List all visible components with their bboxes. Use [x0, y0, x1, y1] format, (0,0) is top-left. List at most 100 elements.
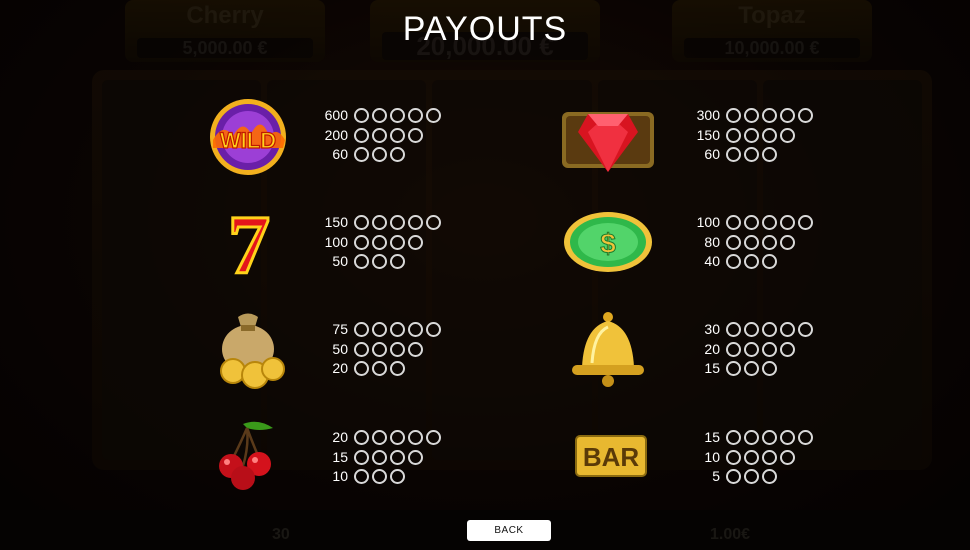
match-count-dot-icon — [390, 322, 405, 338]
payout-value: 600 — [324, 107, 348, 123]
match-count-dot-icon — [372, 341, 387, 357]
match-count-dot-icon — [354, 234, 369, 250]
match-count-dot-icon — [726, 108, 741, 124]
pay-table-cherry: 20 15 10 — [318, 428, 444, 487]
match-count-dot-icon — [744, 430, 759, 446]
pay-table-money-bag: 75 50 20 — [318, 320, 444, 379]
payout-value: 15 — [704, 360, 720, 376]
match-count-dot-icon — [390, 361, 405, 377]
pay-line: 50 — [318, 252, 444, 272]
match-count-dot-icon — [726, 341, 741, 357]
match-count-dot-icon — [372, 108, 387, 124]
dim-overlay — [0, 0, 970, 550]
match-count-dot-icon — [354, 127, 369, 143]
match-count-dot-icon — [372, 147, 387, 163]
pay-line: 20 — [318, 428, 444, 448]
pay-line: 60 — [318, 145, 444, 165]
match-count-dot-icon — [354, 147, 369, 163]
match-count-dot-icon — [372, 430, 387, 446]
match-count-dot-icon — [780, 449, 795, 465]
payout-value: 80 — [704, 233, 720, 250]
match-count-dot-icon — [372, 234, 387, 250]
match-count-dot-icon — [354, 449, 369, 465]
match-count-dot-icon — [762, 449, 777, 465]
pay-line: 10 — [690, 448, 816, 468]
back-button[interactable]: BACK — [467, 520, 551, 541]
match-count-dot-icon — [762, 127, 777, 143]
match-count-dot-icon — [390, 108, 405, 124]
pay-table-dollar-coin: 100 80 40 — [690, 213, 816, 272]
payout-value: 20 — [332, 429, 348, 445]
match-count-dot-icon — [426, 430, 441, 446]
match-count-dot-icon — [408, 449, 423, 465]
payout-value: 150 — [696, 126, 720, 143]
match-count-dot-icon — [354, 430, 369, 446]
ruby-symbol-icon — [558, 92, 658, 182]
match-count-dot-icon — [426, 215, 441, 231]
payout-value: 20 — [332, 360, 348, 376]
payout-value: 300 — [696, 107, 720, 123]
match-count-dot-icon — [744, 341, 759, 357]
pay-table-seven: 150 100 50 — [318, 213, 444, 272]
match-count-dot-icon — [372, 322, 387, 338]
bar-text: BAR — [583, 442, 640, 472]
match-count-dot-icon — [372, 449, 387, 465]
pay-line: 50 — [318, 340, 444, 360]
pay-line: 100 — [690, 213, 816, 233]
match-count-dot-icon — [390, 430, 405, 446]
wild-symbol-icon: WILD — [198, 92, 298, 182]
match-count-dot-icon — [798, 430, 813, 446]
wild-text: WILD — [220, 128, 276, 153]
match-count-dot-icon — [780, 430, 795, 446]
match-count-dot-icon — [780, 108, 795, 124]
payout-value: 20 — [704, 340, 720, 357]
pay-line: 15 — [690, 359, 816, 379]
pay-line: 300 — [690, 106, 816, 126]
match-count-dot-icon — [780, 127, 795, 143]
bar-symbol-icon: BAR — [558, 410, 658, 500]
pay-line: 30 — [690, 320, 816, 340]
payout-value: 30 — [704, 321, 720, 337]
match-count-dot-icon — [744, 127, 759, 143]
match-count-dot-icon — [390, 341, 405, 357]
match-count-dot-icon — [744, 322, 759, 338]
payout-value: 150 — [324, 214, 348, 230]
match-count-dot-icon — [726, 322, 741, 338]
payout-value: 5 — [712, 468, 720, 484]
match-count-dot-icon — [354, 322, 369, 338]
match-count-dot-icon — [798, 108, 813, 124]
match-count-dot-icon — [426, 108, 441, 124]
match-count-dot-icon — [726, 469, 741, 485]
match-count-dot-icon — [780, 341, 795, 357]
match-count-dot-icon — [408, 234, 423, 250]
payout-value: 200 — [324, 126, 348, 143]
pay-line: 15 — [318, 448, 444, 468]
match-count-dot-icon — [762, 361, 777, 377]
match-count-dot-icon — [744, 361, 759, 377]
pay-line: 150 — [690, 126, 816, 146]
match-count-dot-icon — [354, 361, 369, 377]
pay-table-bar: 15 10 5 — [690, 428, 816, 487]
match-count-dot-icon — [354, 341, 369, 357]
match-count-dot-icon — [762, 234, 777, 250]
match-count-dot-icon — [726, 215, 741, 231]
match-count-dot-icon — [762, 108, 777, 124]
pay-line: 75 — [318, 320, 444, 340]
pay-line: 10 — [318, 467, 444, 487]
match-count-dot-icon — [726, 449, 741, 465]
pay-line: 80 — [690, 233, 816, 253]
match-count-dot-icon — [390, 254, 405, 270]
pay-table-bell: 30 20 15 — [690, 320, 816, 379]
match-count-dot-icon — [390, 469, 405, 485]
match-count-dot-icon — [744, 234, 759, 250]
match-count-dot-icon — [744, 215, 759, 231]
dollar-coin-symbol-icon: $ — [558, 197, 658, 287]
payout-value: 10 — [332, 468, 348, 484]
match-count-dot-icon — [762, 469, 777, 485]
match-count-dot-icon — [390, 449, 405, 465]
match-count-dot-icon — [372, 254, 387, 270]
pay-line: 60 — [690, 145, 816, 165]
match-count-dot-icon — [390, 215, 405, 231]
pay-line: 200 — [318, 126, 444, 146]
payout-value: 50 — [332, 253, 348, 269]
